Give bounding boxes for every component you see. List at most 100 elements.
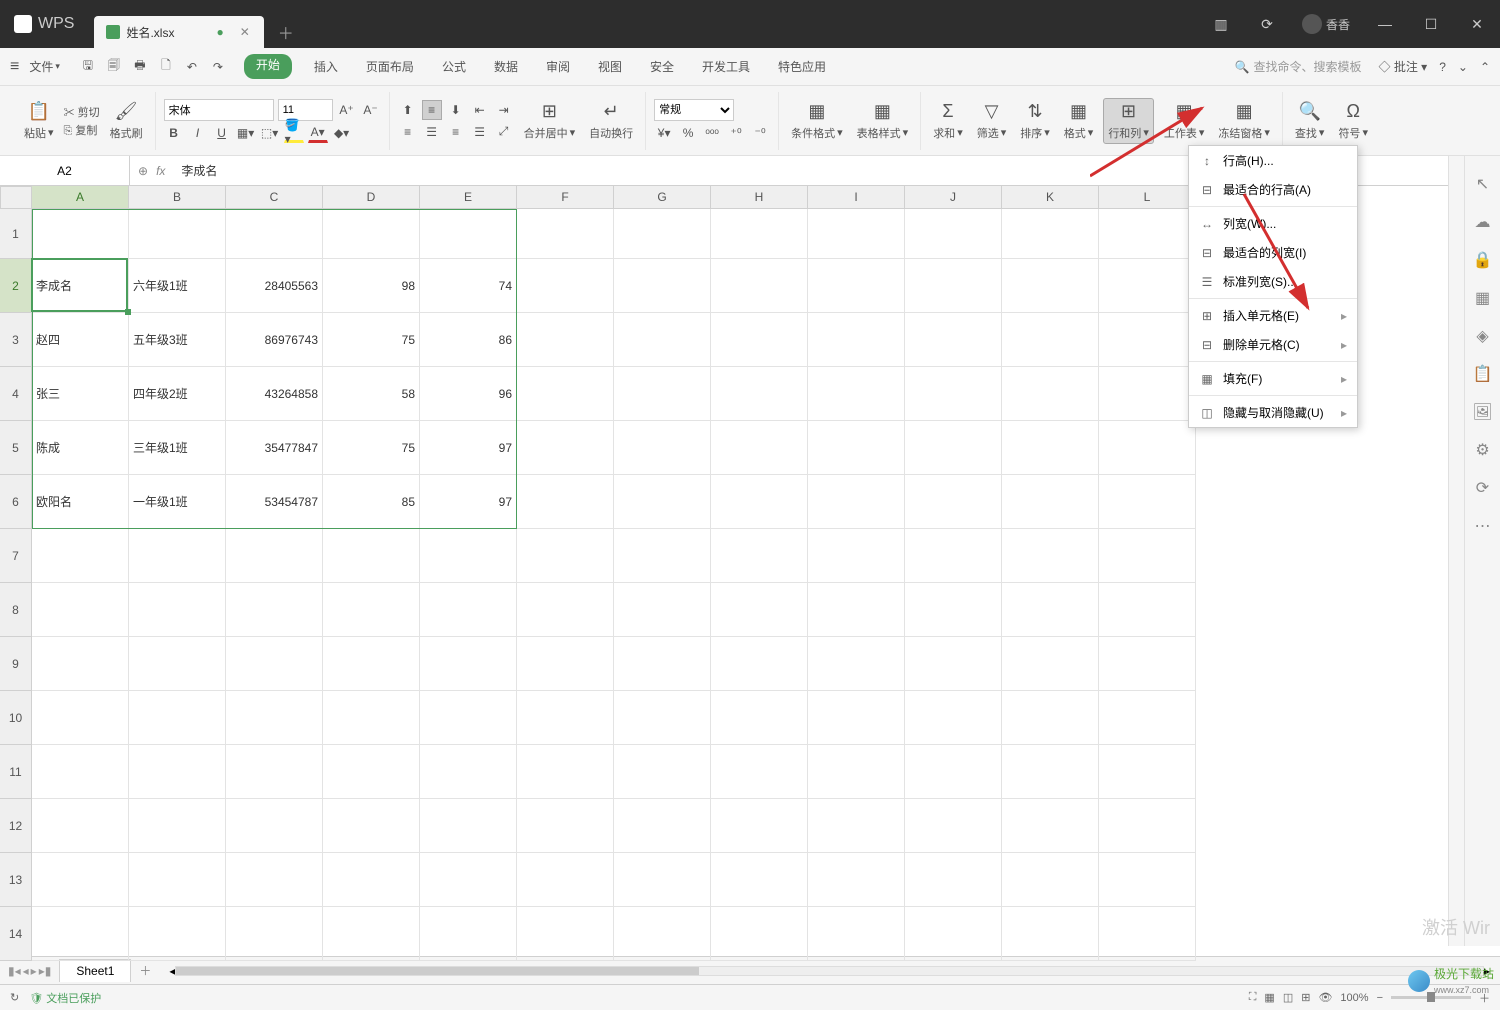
cell[interactable] (1002, 583, 1099, 637)
cell[interactable] (32, 529, 129, 583)
cell[interactable] (517, 799, 614, 853)
image-icon[interactable]: 🖼 (1473, 402, 1493, 422)
column-header[interactable]: L (1099, 186, 1196, 209)
cell[interactable] (614, 259, 711, 313)
cell[interactable] (129, 583, 226, 637)
cell[interactable]: 李成名 (32, 259, 129, 313)
cell[interactable] (1099, 583, 1196, 637)
menu-item[interactable]: ⊟最适合的行高(A) (1189, 175, 1357, 204)
cell[interactable] (614, 907, 711, 961)
protection-status[interactable]: 🛡 文档已保护 (29, 990, 101, 1006)
cell[interactable] (323, 583, 420, 637)
tab-formula[interactable]: 公式 (436, 54, 472, 79)
cell[interactable] (1099, 259, 1196, 313)
cell[interactable] (420, 637, 517, 691)
zoom-slider[interactable] (1391, 996, 1471, 999)
cell[interactable] (614, 209, 711, 259)
cell[interactable]: 欧阳名 (32, 475, 129, 529)
cell[interactable] (711, 475, 808, 529)
cell[interactable] (1002, 209, 1099, 259)
cell[interactable] (614, 691, 711, 745)
filter-button[interactable]: ▽ 筛选▾ (973, 99, 1011, 143)
selection-handle[interactable] (125, 309, 131, 315)
cell[interactable] (323, 637, 420, 691)
cell[interactable] (1002, 853, 1099, 907)
horizontal-scrollbar[interactable] (175, 966, 1484, 976)
copy-button[interactable]: ⎘ 复制 (64, 122, 100, 138)
cell[interactable] (129, 529, 226, 583)
tab-data[interactable]: 数据 (488, 54, 524, 79)
cell[interactable] (517, 313, 614, 367)
cell[interactable] (1099, 637, 1196, 691)
print-preview-icon[interactable]: 🗋 (158, 59, 174, 75)
column-header[interactable]: F (517, 186, 614, 209)
more-icon[interactable]: ⋯ (1473, 516, 1493, 536)
view-split-icon[interactable]: ⊞ (1301, 991, 1310, 1004)
sync-icon[interactable]: ⟳ (1244, 0, 1290, 48)
cell[interactable] (226, 745, 323, 799)
user-account[interactable]: 香香 (1290, 14, 1362, 34)
cell[interactable] (323, 853, 420, 907)
stats-icon[interactable]: ▥ (1198, 0, 1244, 48)
menu-item[interactable]: ↕行高(H)... (1189, 146, 1357, 175)
row-header[interactable]: 13 (0, 853, 32, 907)
cell[interactable] (614, 583, 711, 637)
cell[interactable] (614, 853, 711, 907)
cell[interactable] (614, 475, 711, 529)
help-button[interactable]: ? (1439, 60, 1446, 74)
cell[interactable] (808, 421, 905, 475)
cell[interactable] (1002, 259, 1099, 313)
cell[interactable] (1002, 799, 1099, 853)
menu-item[interactable]: ☰标准列宽(S)... (1189, 267, 1357, 296)
cell[interactable] (1099, 209, 1196, 259)
cell[interactable] (905, 799, 1002, 853)
row-header[interactable]: 9 (0, 637, 32, 691)
zoom-out-button[interactable]: − (1377, 992, 1383, 1004)
save-icon[interactable]: 🖫 (80, 59, 96, 75)
cell[interactable]: 86976743 (226, 313, 323, 367)
cell[interactable] (614, 637, 711, 691)
column-header[interactable]: E (420, 186, 517, 209)
thousand-icon[interactable]: ᵒᵒᵒ (702, 123, 722, 143)
undo-icon[interactable]: ↶ (184, 59, 200, 75)
cell[interactable] (517, 583, 614, 637)
cell[interactable] (226, 209, 323, 259)
close-icon[interactable]: ✕ (238, 25, 252, 39)
row-header[interactable]: 4 (0, 367, 32, 421)
row-header[interactable]: 12 (0, 799, 32, 853)
column-header[interactable]: G (614, 186, 711, 209)
row-header[interactable]: 14 (0, 907, 32, 961)
align-right-icon[interactable]: ≡ (446, 122, 466, 142)
menu-item[interactable]: ↔列宽(W)... (1189, 209, 1357, 238)
cell[interactable] (420, 529, 517, 583)
sum-button[interactable]: Σ 求和▾ (929, 99, 967, 143)
cell[interactable] (420, 853, 517, 907)
cell[interactable]: 98 (323, 259, 420, 313)
view-page-icon[interactable]: ◫ (1283, 991, 1293, 1004)
cell[interactable] (808, 799, 905, 853)
name-box[interactable]: A2 (0, 156, 130, 185)
tab-view[interactable]: 视图 (592, 54, 628, 79)
cell[interactable]: 43264858 (226, 367, 323, 421)
command-search[interactable]: 🔍 查找命令、搜索模板 (1230, 55, 1367, 78)
highlight-button[interactable]: ◆▾ (332, 123, 352, 143)
align-top-icon[interactable]: ⬆ (398, 100, 418, 120)
cell[interactable] (1099, 853, 1196, 907)
cursor-icon[interactable]: ↖ (1473, 174, 1493, 194)
format-painter-button[interactable]: 🖌 格式刷 (106, 99, 147, 143)
wrap-button[interactable]: ↵ 自动换行 (585, 99, 637, 143)
hamburger-icon[interactable]: ≡ (10, 58, 19, 76)
cell[interactable] (517, 529, 614, 583)
column-header[interactable]: B (129, 186, 226, 209)
cell[interactable] (32, 691, 129, 745)
find-button[interactable]: 🔍 查找▾ (1291, 99, 1329, 143)
row-header[interactable]: 5 (0, 421, 32, 475)
cell[interactable] (808, 907, 905, 961)
sort-button[interactable]: ⇅ 排序▾ (1016, 99, 1054, 143)
cell[interactable] (226, 637, 323, 691)
percent-icon[interactable]: % (678, 123, 698, 143)
indent-dec-icon[interactable]: ⇤ (470, 100, 490, 120)
cell[interactable] (420, 583, 517, 637)
tab-special[interactable]: 特色应用 (772, 54, 832, 79)
cell-style-button[interactable]: ⬚▾ (260, 123, 280, 143)
